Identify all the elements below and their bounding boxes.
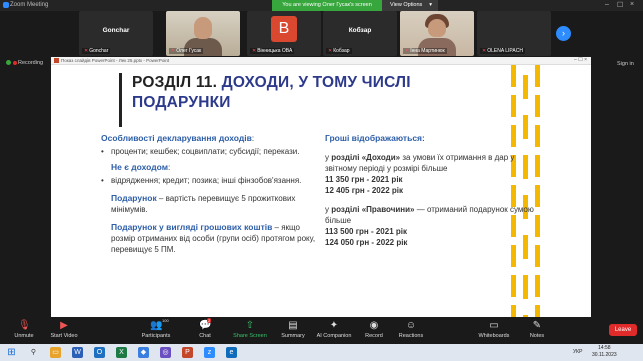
left-column: Особливості декларування доходів: процен…: [101, 133, 316, 255]
participant-name-large: Gonchar: [102, 27, 130, 34]
threshold-value: 11 350 грн - 2021 рік: [325, 175, 403, 184]
powerpoint-icon: [54, 58, 59, 63]
ai-companion-button[interactable]: ✦ AI Companion: [312, 320, 356, 339]
participant-tile[interactable]: ✕Олег Гусак: [166, 11, 240, 56]
avatar: B: [271, 16, 297, 42]
participant-label: ✕Вінницька ОВА: [250, 48, 295, 54]
close-icon[interactable]: ×: [630, 1, 634, 8]
powerpoint-titlebar: Показ слайдів PowerPoint - Лек 25.pptx -…: [51, 57, 591, 65]
share-screen-icon: ⇧: [245, 320, 255, 331]
word-icon[interactable]: W: [72, 347, 83, 358]
participant-name-large: Кобзар: [348, 27, 372, 34]
notes-icon: ✎: [532, 320, 542, 331]
meeting-toolbar: 🎙 Unmute ▶ Start Video 👥 100 Participants 💬 2…: [0, 317, 643, 344]
slide-title: РОЗДІЛ 11. ДОХОДИ, У ТОМУ ЧИСЛІ ПОДАРУНК…: [119, 73, 531, 127]
participants-icon: 👥: [150, 320, 163, 331]
viber-icon[interactable]: ◎: [160, 347, 171, 358]
participant-tile[interactable]: Кобзар ✕Кобзар: [323, 11, 397, 56]
window-controls: – ☐ ×: [574, 57, 587, 63]
heading-declaration: Особливості декларування доходів: [101, 133, 252, 143]
app-title: Zoom Meeting: [10, 2, 49, 8]
powerpoint-title: Показ слайдів PowerPoint - Лек 25.pptx -…: [61, 58, 170, 63]
transactions-section-text: у розділі «Правочини» — отриманий подару…: [325, 205, 534, 225]
participant-tile[interactable]: ✕Інна Мартинюк: [400, 11, 474, 56]
title-text-line1: ДОХОДИ, У ТОМУ ЧИСЛІ: [221, 74, 411, 91]
windows-start-icon[interactable]: ⊞: [6, 347, 17, 358]
whiteboard-icon: ▭: [489, 320, 499, 331]
app-icon[interactable]: ◆: [138, 347, 149, 358]
record-button[interactable]: ◉ Record: [354, 320, 394, 339]
summary-icon: ▤: [288, 320, 298, 331]
threshold-value: 113 500 грн - 2021 рік: [325, 227, 407, 236]
search-icon[interactable]: ⚲: [28, 347, 39, 358]
maximize-icon[interactable]: ☐: [617, 1, 623, 9]
participant-label: ✕Інна Мартинюк: [403, 48, 447, 54]
video-off-icon: ▶: [60, 320, 68, 331]
threshold-value: 12 405 грн - 2022 рік: [325, 186, 403, 195]
participant-tile[interactable]: B ✕Вінницька ОВА: [247, 11, 321, 56]
cash-gift-definition: Подарунок у вигляді грошових коштів – як…: [111, 222, 316, 254]
participants-button[interactable]: 👥 100 Participants: [134, 318, 178, 339]
recording-indicator[interactable]: Recording: [6, 60, 43, 66]
ai-sparkle-icon: ✦: [329, 320, 339, 331]
mic-muted-icon: ✕: [482, 48, 487, 54]
unmute-button[interactable]: 🎙 Unmute: [4, 320, 44, 339]
shared-screen: Показ слайдів PowerPoint - Лек 25.pptx -…: [51, 57, 591, 317]
edge-icon[interactable]: e: [226, 347, 237, 358]
participant-label: ✕OLENA LIPACH: [480, 48, 525, 54]
input-language[interactable]: УКР: [573, 349, 582, 355]
heading-not-income: Не є доходом: [111, 162, 169, 172]
section-number: РОЗДІЛ 11.: [132, 74, 218, 91]
threshold-value: 124 050 грн - 2022 рік: [325, 238, 408, 247]
reactions-button[interactable]: ☺ Reactions: [391, 320, 431, 339]
chat-button[interactable]: 💬 2 Chat: [185, 318, 225, 339]
next-page-arrow-icon[interactable]: ›: [556, 26, 571, 41]
bullet-item: відрядження; кредит; позика; інші фінзоб…: [101, 175, 316, 186]
summary-button[interactable]: ▤ Summary: [273, 320, 313, 339]
start-video-button[interactable]: ▶ Start Video: [44, 320, 84, 339]
zoom-icon[interactable]: z: [204, 347, 215, 358]
view-options-button[interactable]: View Options: [382, 0, 438, 11]
share-screen-button[interactable]: ⇧ Share Screen: [228, 320, 272, 339]
participant-label: ✕Олег Гусак: [169, 48, 204, 54]
income-section-text: у розділі «Доходи» за умови їх отримання…: [325, 153, 515, 173]
heading-money-reflected: Гроші відображаються:: [325, 133, 425, 143]
participant-strip: Gonchar ✕Gonchar ✕Олег Гусак B ✕Вінницьк…: [0, 11, 643, 56]
shield-icon: [6, 60, 11, 66]
mic-muted-icon: ✕: [405, 48, 410, 54]
windows-taskbar: ⊞ ⚲ ▭ W O X ◆ ◎ P z e УКР 14:58 30.11.202…: [0, 344, 643, 361]
zoom-logo-icon: [3, 2, 9, 8]
record-icon: ◉: [369, 320, 379, 331]
sign-in-link[interactable]: Sign in: [617, 61, 634, 67]
clock[interactable]: 14:58 30.11.2023: [592, 345, 617, 359]
whiteboards-button[interactable]: ▭ Whiteboards: [472, 320, 516, 339]
mic-off-icon: 🎙: [18, 320, 31, 331]
reactions-icon: ☺: [405, 320, 417, 331]
excel-icon[interactable]: X: [116, 347, 127, 358]
mic-muted-icon: ✕: [171, 48, 176, 54]
participant-tile[interactable]: ✕OLENA LIPACH: [477, 11, 551, 56]
zoom-window: Zoom Meeting You are viewing Олег Гусак'…: [0, 0, 643, 361]
title-bar: Zoom Meeting You are viewing Олег Гусак'…: [0, 0, 643, 11]
title-text-line2: ПОДАРУНКИ: [132, 94, 231, 111]
minimize-icon[interactable]: –: [605, 1, 609, 8]
mic-muted-icon: ✕: [84, 48, 89, 54]
viewing-screen-banner: You are viewing Олег Гусак's screen: [272, 0, 382, 11]
bullet-item: проценти; кешбек; соцвиплати; субсидії; …: [101, 146, 316, 157]
participant-tile[interactable]: Gonchar ✕Gonchar: [79, 11, 153, 56]
notes-button[interactable]: ✎ Notes: [517, 320, 557, 339]
gift-definition: Подарунок – вартість перевищує 5 прожитк…: [111, 193, 296, 214]
powerpoint-icon[interactable]: P: [182, 347, 193, 358]
slide: РОЗДІЛ 11. ДОХОДИ, У ТОМУ ЧИСЛІ ПОДАРУНК…: [51, 65, 591, 317]
leave-button[interactable]: Leave: [609, 324, 637, 336]
participant-label: ✕Gonchar: [82, 48, 111, 54]
mic-muted-icon: ✕: [328, 48, 333, 54]
outlook-icon[interactable]: O: [94, 347, 105, 358]
file-explorer-icon[interactable]: ▭: [50, 347, 61, 358]
record-dot-icon: [13, 60, 17, 65]
mic-muted-icon: ✕: [252, 48, 257, 54]
participant-label: ✕Кобзар: [326, 48, 352, 54]
right-column: Гроші відображаються: у розділі «Доходи»…: [325, 133, 545, 248]
